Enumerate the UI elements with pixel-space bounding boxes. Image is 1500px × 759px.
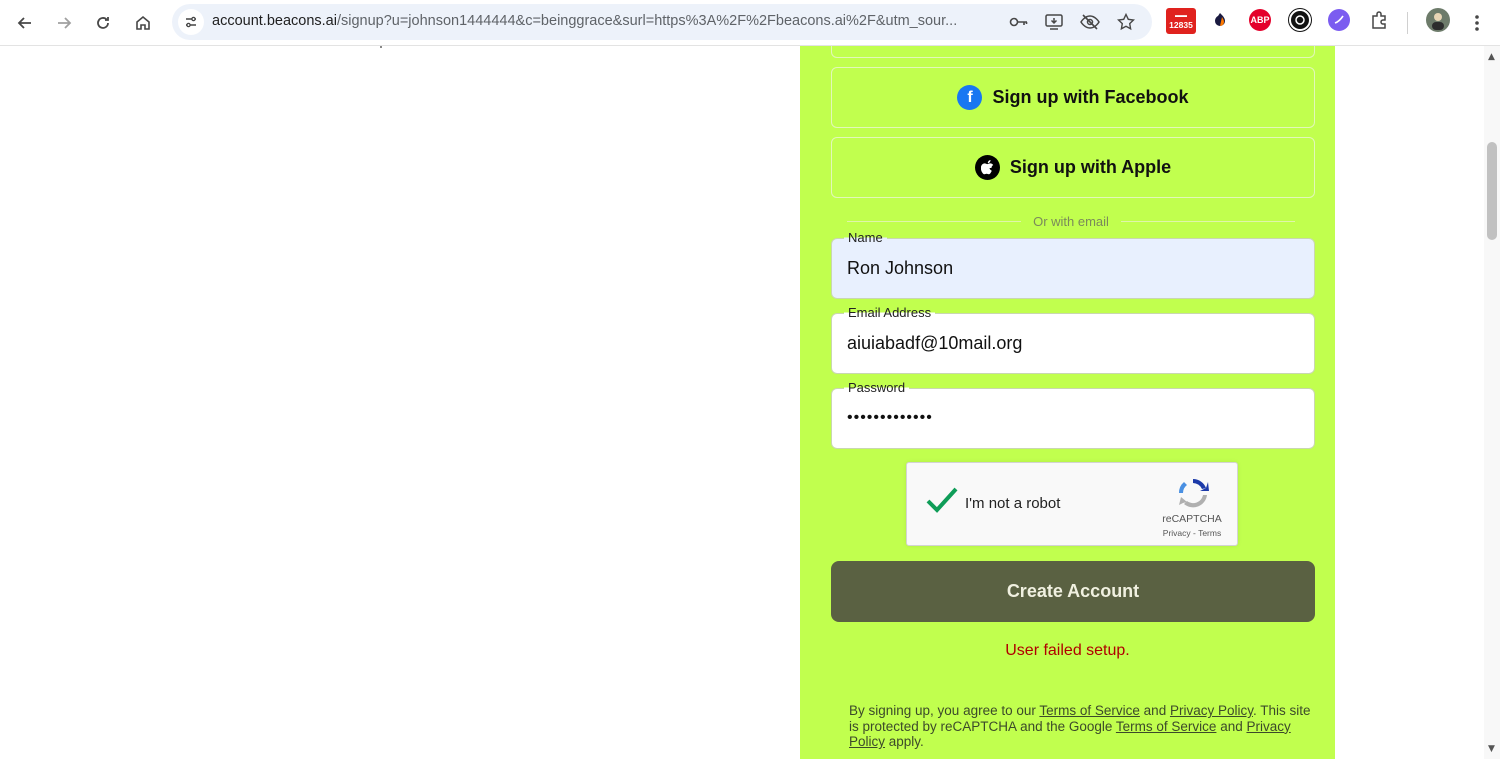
abp-text: ABP — [1250, 15, 1270, 25]
password-value: ••••••••••••• — [847, 409, 933, 426]
recaptcha-links: Privacy - Terms — [1157, 528, 1227, 538]
divider-line-right — [1120, 220, 1296, 222]
scroll-up-icon[interactable]: ▲ — [1488, 52, 1495, 62]
divider-text: Or with email — [1033, 213, 1109, 229]
not-a-robot-label: I'm not a robot — [965, 495, 1061, 512]
create-account-label: Create Account — [1006, 581, 1140, 601]
terms-of-service-link[interactable]: Terms of Service — [1039, 703, 1140, 718]
recaptcha-brand: reCAPTCHA — [1162, 513, 1222, 525]
home-icon[interactable] — [128, 8, 158, 38]
recaptcha-link-sep: - — [1190, 528, 1199, 538]
recaptcha-logo-icon — [1178, 479, 1209, 508]
back-arrow-icon[interactable] — [10, 8, 40, 38]
google-signup-button-partial[interactable] — [831, 46, 1315, 58]
stray-mark — [380, 46, 382, 48]
email-field[interactable]: Email Address aiuiabadf@10mail.org — [831, 305, 1315, 374]
create-account-button[interactable]: Create Account — [831, 561, 1315, 622]
apple-signup-label: Sign up with Apple — [1009, 157, 1172, 177]
error-message: User failed setup. — [1005, 642, 1130, 659]
email-label: Email Address — [844, 305, 936, 320]
google-terms-link[interactable]: Terms of Service — [1116, 719, 1217, 734]
email-value: aiuiabadf@10mail.org — [847, 333, 1023, 353]
name-value: Ron Johnson — [847, 258, 954, 278]
browser-toolbar: account.beacons.ai/signup?u=johnson14444… — [0, 0, 1500, 46]
or-with-email-divider: Or with email — [847, 211, 1296, 231]
url-text: account.beacons.ai/signup?u=johnson14444… — [212, 13, 997, 29]
extension-flame-icon[interactable] — [1209, 9, 1231, 31]
name-label: Name — [844, 230, 887, 245]
recaptcha-privacy-link[interactable]: Privacy — [1163, 528, 1191, 538]
facebook-signup-label: Sign up with Facebook — [992, 87, 1189, 107]
eye-off-icon[interactable] — [1079, 11, 1101, 33]
address-bar[interactable]: account.beacons.ai/signup?u=johnson14444… — [172, 4, 1152, 40]
signup-panel: f Sign up with Facebook Sign up with App… — [800, 46, 1335, 759]
extensions-puzzle-icon[interactable] — [1368, 9, 1390, 31]
bookmark-star-icon[interactable] — [1115, 11, 1137, 33]
recaptcha-terms-link[interactable]: Terms — [1198, 528, 1221, 538]
name-field[interactable]: Name Ron Johnson — [831, 230, 1315, 299]
legal-and-2: and — [1216, 718, 1247, 734]
install-app-icon[interactable] — [1043, 11, 1065, 33]
password-key-icon[interactable] — [1008, 11, 1030, 33]
privacy-policy-link[interactable]: Privacy Policy — [1170, 703, 1253, 718]
page-scrollbar[interactable]: ▲ ▼ — [1484, 46, 1500, 759]
page-viewport: f Sign up with Facebook Sign up with App… — [0, 46, 1484, 759]
scroll-thumb[interactable] — [1487, 142, 1497, 240]
scroll-down-icon[interactable]: ▼ — [1488, 744, 1495, 754]
checkmark-icon[interactable] — [925, 485, 959, 515]
extension-purple-icon[interactable] — [1328, 9, 1350, 31]
url-path: /signup?u=johnson1444444&c=beinggrace&su… — [336, 13, 958, 29]
adblock-plus-icon[interactable]: ABP — [1249, 9, 1271, 31]
menu-kebab-icon[interactable] — [1462, 8, 1492, 38]
divider-line-left — [847, 220, 1022, 222]
badge-count: 12835 — [1169, 20, 1193, 30]
legal-and-1: and — [1139, 703, 1170, 718]
facebook-signup-button[interactable]: f Sign up with Facebook — [831, 67, 1315, 128]
forward-arrow-icon[interactable] — [49, 8, 79, 38]
toolbar-separator — [1407, 12, 1408, 34]
apple-icon — [974, 155, 1000, 180]
reload-icon[interactable] — [88, 8, 118, 38]
url-host: account.beacons.ai — [212, 13, 337, 29]
profile-avatar[interactable] — [1426, 8, 1450, 32]
password-label: Password — [844, 380, 910, 395]
legal-text-3: apply. — [885, 734, 924, 749]
facebook-icon: f — [957, 85, 983, 110]
calendar-badge-icon[interactable]: ▬▬ 12835 — [1166, 8, 1196, 34]
site-info-icon[interactable] — [178, 9, 204, 35]
extension-dark-icon[interactable] — [1289, 9, 1311, 31]
legal-text-1: By signing up, you agree to our — [849, 703, 1040, 718]
apple-signup-button[interactable]: Sign up with Apple — [831, 137, 1315, 198]
legal-notice: By signing up, you agree to our Terms of… — [849, 703, 1319, 750]
password-field[interactable]: Password ••••••••••••• — [831, 380, 1315, 449]
recaptcha-widget: I'm not a robot reCAPTCHA Privacy - Term… — [906, 462, 1238, 546]
